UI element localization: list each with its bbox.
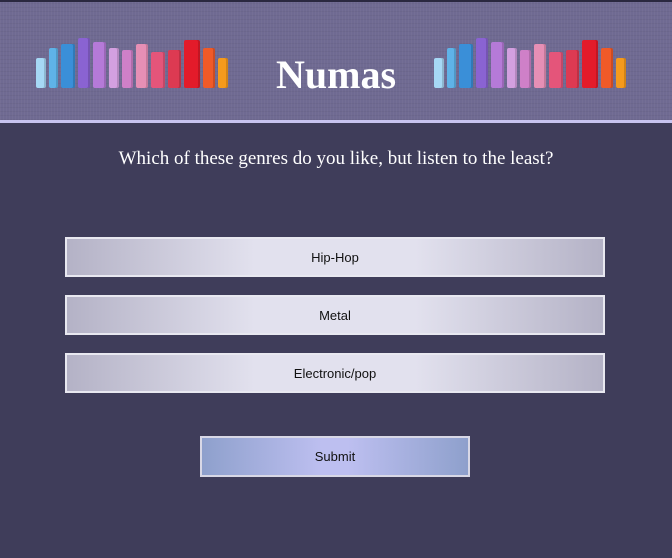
equalizer-bar	[447, 48, 456, 88]
equalizer-bar	[434, 58, 444, 88]
equalizer-bar	[136, 44, 148, 88]
header-divider	[0, 120, 672, 123]
option-metal-button[interactable]: Metal	[65, 295, 605, 335]
app-title: Numas	[275, 52, 397, 97]
equalizer-bar	[93, 42, 106, 88]
option-hip-hop-button[interactable]: Hip-Hop	[65, 237, 605, 277]
equalizer-bar	[61, 44, 75, 88]
equalizer-bar	[168, 50, 181, 88]
equalizer-bar	[566, 50, 579, 88]
equalizer-bar	[151, 52, 165, 88]
equalizer-bar	[459, 44, 473, 88]
equalizer-bar	[601, 48, 613, 88]
equalizer-bar	[616, 58, 626, 88]
question-text: Which of these genres do you like, but l…	[118, 148, 554, 169]
submit-button[interactable]: Submit	[200, 436, 470, 477]
equalizer-bar	[49, 48, 58, 88]
equalizer-bar	[109, 48, 119, 88]
equalizer-bar	[491, 42, 504, 88]
equalizer-bar	[582, 40, 598, 88]
equalizer-bar	[507, 48, 517, 88]
equalizer-bar	[36, 58, 46, 88]
equalizer-bar	[78, 38, 90, 88]
option-electronic-pop-button[interactable]: Electronic/pop	[65, 353, 605, 393]
equalizer-bar	[476, 38, 488, 88]
equalizer-bar	[520, 50, 531, 88]
header-banner: Numas	[0, 2, 672, 120]
equalizer-bar	[184, 40, 200, 88]
equalizer-bar	[218, 58, 228, 88]
equalizer-bars-icon	[434, 38, 638, 88]
equalizer-bar	[534, 44, 546, 88]
equalizer-bar	[203, 48, 215, 88]
equalizer-bar	[122, 50, 133, 88]
equalizer-bars-icon	[36, 38, 240, 88]
equalizer-bar	[549, 52, 563, 88]
